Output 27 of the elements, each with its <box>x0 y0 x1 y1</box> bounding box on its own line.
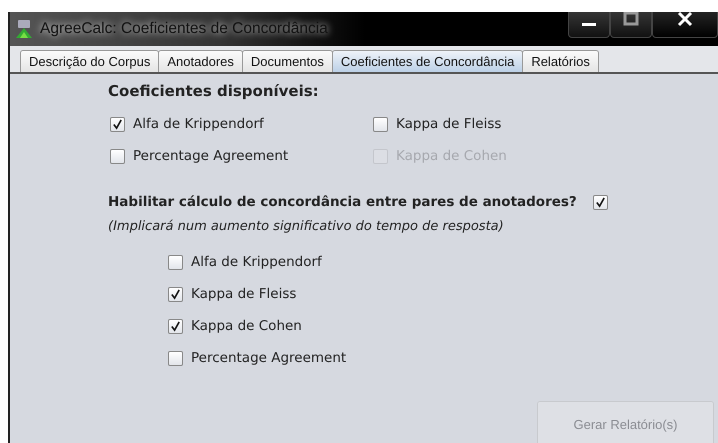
app-icon <box>14 19 34 39</box>
tab[interactable]: Coeficientes de Concordância <box>332 50 524 72</box>
checkbox[interactable] <box>373 116 388 132</box>
tab[interactable]: Descrição do Corpus <box>20 50 160 72</box>
checkbox[interactable] <box>592 194 608 210</box>
tab[interactable]: Documentos <box>242 50 333 72</box>
checkbox[interactable] <box>168 318 183 334</box>
section-heading: Coeficientes disponíveis: <box>108 82 320 100</box>
note-text: (Implicará num aumento significativo do tempo de resposta) <box>108 219 505 234</box>
maximize-icon <box>621 12 641 26</box>
checkbox-label: Alfa de Krippendorf <box>133 116 264 132</box>
checkbox[interactable] <box>110 148 125 164</box>
checkbox[interactable] <box>168 350 183 366</box>
checkbox-label: Percentage Agreement <box>133 148 288 164</box>
checkbox-label: Kappa de Fleiss <box>396 116 502 132</box>
tab[interactable]: Relatórios <box>522 50 599 72</box>
checkbox-label: Alfa de Krippendorf <box>191 254 322 270</box>
checkbox-label: Percentage Agreement <box>191 350 346 366</box>
checkbox[interactable] <box>168 286 183 302</box>
minimize-icon <box>582 22 596 26</box>
question-label: Habilitar cálculo de concordância entre pares de anotadores? <box>108 194 577 210</box>
close-icon <box>675 12 695 27</box>
checkbox[interactable] <box>168 254 183 270</box>
tab[interactable]: Anotadores <box>158 50 243 72</box>
checkbox-label: Kappa de Fleiss <box>191 286 296 302</box>
checkbox[interactable] <box>110 116 125 132</box>
checkbox-label: Kappa de Cohen <box>191 318 302 334</box>
